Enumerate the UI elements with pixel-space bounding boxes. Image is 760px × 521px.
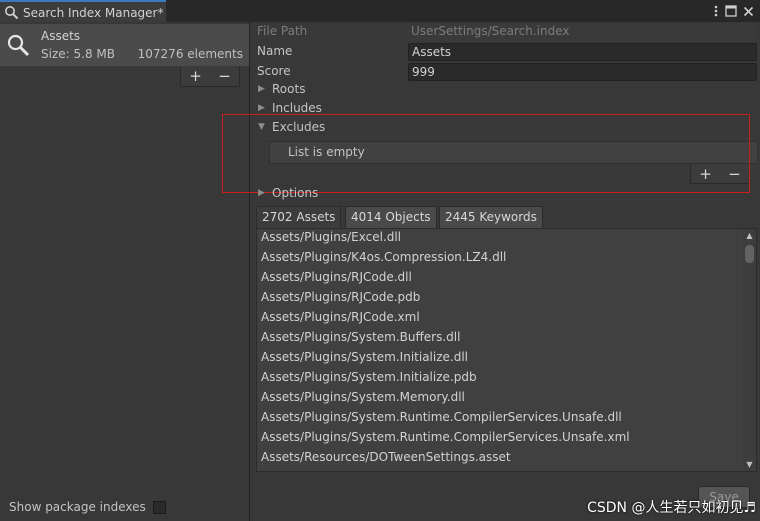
- file-path-field: UserSettings/Search.index: [408, 23, 757, 41]
- list-item[interactable]: Assets/Plugins/K4os.Compression.LZ4.dll: [257, 249, 756, 269]
- index-element-count: 107276 elements: [137, 47, 243, 61]
- add-index-button[interactable]: +: [189, 67, 202, 85]
- list-item[interactable]: Assets/Plugins/System.Initialize.dll: [257, 349, 756, 369]
- scroll-down-arrow-icon[interactable]: ▼: [743, 460, 756, 469]
- collapsed-arrow-icon: ▶: [258, 103, 265, 113]
- asset-list[interactable]: Assets/Plugins/Excel.dll Assets/Plugins/…: [256, 228, 757, 472]
- tab-search-index-manager[interactable]: Search Index Manager*: [0, 0, 166, 23]
- tab-assets[interactable]: 2702 Assets: [256, 206, 342, 228]
- index-list-pane: [0, 22, 250, 521]
- collapsed-arrow-icon: ▶: [258, 84, 265, 94]
- more-options-icon[interactable]: [713, 4, 719, 18]
- tab-objects[interactable]: 4014 Objects: [345, 206, 437, 228]
- list-item[interactable]: Assets/Plugins/RJCode.xml: [257, 309, 756, 329]
- roots-label: Roots: [272, 82, 306, 96]
- tab-keywords[interactable]: 2445 Keywords: [439, 206, 543, 228]
- list-item[interactable]: Assets/Plugins/Excel.dll: [257, 229, 756, 249]
- scroll-up-arrow-icon[interactable]: ▲: [743, 231, 756, 240]
- show-package-indexes-checkbox[interactable]: [153, 501, 166, 514]
- score-input[interactable]: 999: [408, 63, 757, 81]
- close-icon[interactable]: [743, 6, 754, 17]
- list-item[interactable]: Assets/Plugins/RJCode.pdb: [257, 289, 756, 309]
- index-list-buttons: + −: [180, 66, 240, 87]
- options-label: Options: [272, 186, 319, 200]
- options-foldout[interactable]: ▶ Options: [258, 186, 318, 200]
- includes-foldout[interactable]: ▶ Includes: [258, 101, 322, 115]
- remove-index-button[interactable]: −: [218, 67, 231, 85]
- show-package-indexes-label: Show package indexes: [9, 500, 146, 514]
- magnifier-icon: [7, 34, 30, 57]
- collapsed-arrow-icon: ▶: [258, 188, 265, 198]
- list-item[interactable]: Assets/Plugins/RJCode.dll: [257, 269, 756, 289]
- index-name: Assets: [41, 29, 81, 43]
- window-controls: [713, 2, 754, 20]
- maximize-icon[interactable]: [725, 5, 737, 17]
- name-input[interactable]: Assets: [408, 43, 757, 61]
- tab-title: Search Index Manager*: [23, 5, 164, 20]
- watermark: CSDN @人生若只如初见♬: [587, 500, 756, 516]
- index-item-assets[interactable]: Assets Size: 5.8 MB 107276 elements: [0, 24, 249, 66]
- score-label: Score: [257, 64, 291, 78]
- index-size: Size: 5.8 MB: [41, 47, 115, 61]
- list-item[interactable]: Assets/Plugins/System.Runtime.CompilerSe…: [257, 429, 756, 449]
- title-bar: Search Index Manager*: [0, 0, 760, 23]
- list-item[interactable]: Assets/Resources/DOTweenSettings.asset: [257, 449, 756, 469]
- includes-label: Includes: [272, 101, 322, 115]
- list-item[interactable]: Assets/Plugins/System.Runtime.CompilerSe…: [257, 409, 756, 429]
- search-icon: [5, 6, 19, 20]
- list-item[interactable]: Assets/Plugins/System.Memory.dll: [257, 389, 756, 409]
- list-item[interactable]: Assets/Plugins/System.Initialize.pdb: [257, 369, 756, 389]
- asset-list-scrollbar[interactable]: ▲ ▼: [743, 229, 756, 471]
- excludes-highlight-box: [222, 114, 750, 193]
- roots-foldout[interactable]: ▶ Roots: [258, 82, 305, 96]
- name-label: Name: [257, 44, 293, 58]
- file-path-label: File Path: [257, 24, 308, 38]
- list-item[interactable]: Assets/Plugins/System.Buffers.dll: [257, 329, 756, 349]
- scrollbar-thumb[interactable]: [745, 245, 754, 263]
